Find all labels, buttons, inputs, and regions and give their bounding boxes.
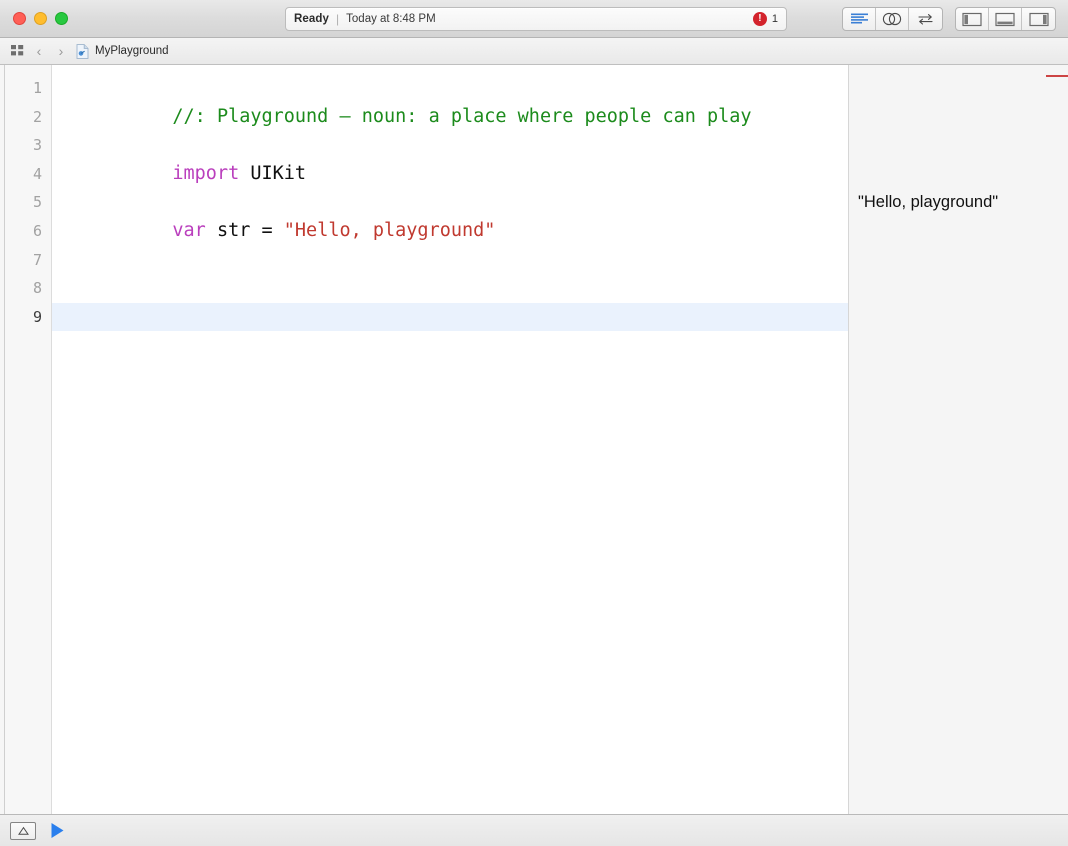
code-line[interactable] [52, 274, 848, 303]
line-number: 3 [32, 136, 42, 155]
result-value [849, 274, 1068, 303]
line-number: 7 [32, 250, 42, 269]
toggle-utilities-button[interactable] [1022, 8, 1055, 30]
code-token-keyword: import [172, 162, 240, 184]
breadcrumb-file-name[interactable]: MyPlayground [95, 45, 169, 57]
code-token-keyword: var [172, 219, 206, 241]
result-value [849, 160, 1068, 189]
error-icon[interactable]: ! [752, 12, 767, 26]
line-number: 8 [32, 279, 42, 298]
console-toggle-icon [17, 826, 29, 835]
code-token-string: "Hello, playground" [283, 219, 496, 241]
toggle-debug-area-button[interactable] [989, 8, 1022, 30]
code-line[interactable]: //: Playground — noun: a place where peo… [52, 74, 848, 127]
title-bar: Ready | Today at 8:48 PM ! 1 [0, 0, 1068, 38]
toolbar-button-groups [842, 7, 1056, 31]
editor-mode-group [842, 7, 943, 31]
right-panel-icon [1028, 12, 1049, 26]
result-value [849, 217, 1068, 246]
minimize-button[interactable] [34, 12, 47, 25]
panel-toggle-group [955, 7, 1056, 31]
editor-area: 1 2 3 4 5 6 7 8 9 //: Playground — noun:… [0, 65, 1068, 814]
line-number-current: 9 [32, 307, 42, 326]
two-way-arrow-icon [918, 14, 933, 25]
line-number-gutter: 1 2 3 4 5 6 7 8 9 [5, 65, 52, 814]
window-controls [0, 12, 68, 25]
bottom-panel-icon [995, 12, 1015, 26]
related-items-button[interactable] [8, 44, 28, 58]
version-editor-button[interactable] [909, 8, 942, 30]
toggle-navigator-button[interactable] [956, 8, 989, 30]
left-panel-icon [962, 12, 982, 26]
line-number: 2 [32, 107, 42, 126]
code-line[interactable] [52, 246, 848, 275]
venn-circles-icon [882, 12, 902, 26]
zoom-button[interactable] [55, 12, 68, 25]
code-line[interactable]: var str = "Hello, playground" [52, 188, 848, 241]
line-number: 4 [32, 164, 42, 183]
status-state: Ready [294, 13, 330, 25]
code-line[interactable]: import UIKit [52, 131, 848, 184]
result-value [849, 103, 1068, 132]
line-number: 1 [32, 79, 42, 97]
run-playground-button[interactable] [50, 822, 65, 839]
status-timestamp: Today at 8:48 PM [346, 13, 436, 25]
breadcrumb: ‹ › MyPlayground [0, 38, 1068, 65]
code-content[interactable]: //: Playground — noun: a place where peo… [52, 65, 848, 814]
error-count: 1 [771, 13, 778, 25]
result-value [849, 74, 1068, 103]
console-toggle-button[interactable] [10, 821, 36, 840]
result-value[interactable]: "Hello, playground" [849, 188, 1068, 217]
bottom-bar [0, 814, 1068, 846]
grid-icon [11, 44, 24, 55]
navigate-forward-button[interactable]: › [50, 44, 72, 58]
code-token-comment: //: Playground — noun: a place where peo… [172, 105, 752, 127]
code-token-plain: str = [205, 219, 284, 241]
code-line-current[interactable] [52, 302, 848, 332]
results-sidebar: "Hello, playground" [849, 65, 1068, 814]
standard-editor-button[interactable] [843, 8, 876, 30]
line-number: 5 [32, 193, 42, 212]
line-number: 6 [32, 221, 42, 240]
source-editor: 1 2 3 4 5 6 7 8 9 //: Playground — noun:… [5, 65, 1068, 814]
close-button[interactable] [13, 12, 26, 25]
lines-icon [850, 13, 868, 23]
playground-file-icon [76, 43, 89, 59]
status-bar[interactable]: Ready | Today at 8:48 PM ! 1 [285, 7, 787, 31]
xcode-playground-window: Ready | Today at 8:48 PM ! 1 ‹ › MyPlayg… [0, 0, 1068, 846]
assistant-editor-button[interactable] [876, 8, 909, 30]
result-value [849, 303, 1068, 332]
result-value [849, 246, 1068, 275]
run-playground-icon [51, 823, 64, 838]
result-value [849, 131, 1068, 160]
status-separator: | [336, 12, 340, 26]
error-scroll-marker[interactable] [1046, 75, 1068, 77]
code-token-plain: UIKit [239, 162, 307, 184]
navigate-back-button[interactable]: ‹ [28, 44, 50, 58]
